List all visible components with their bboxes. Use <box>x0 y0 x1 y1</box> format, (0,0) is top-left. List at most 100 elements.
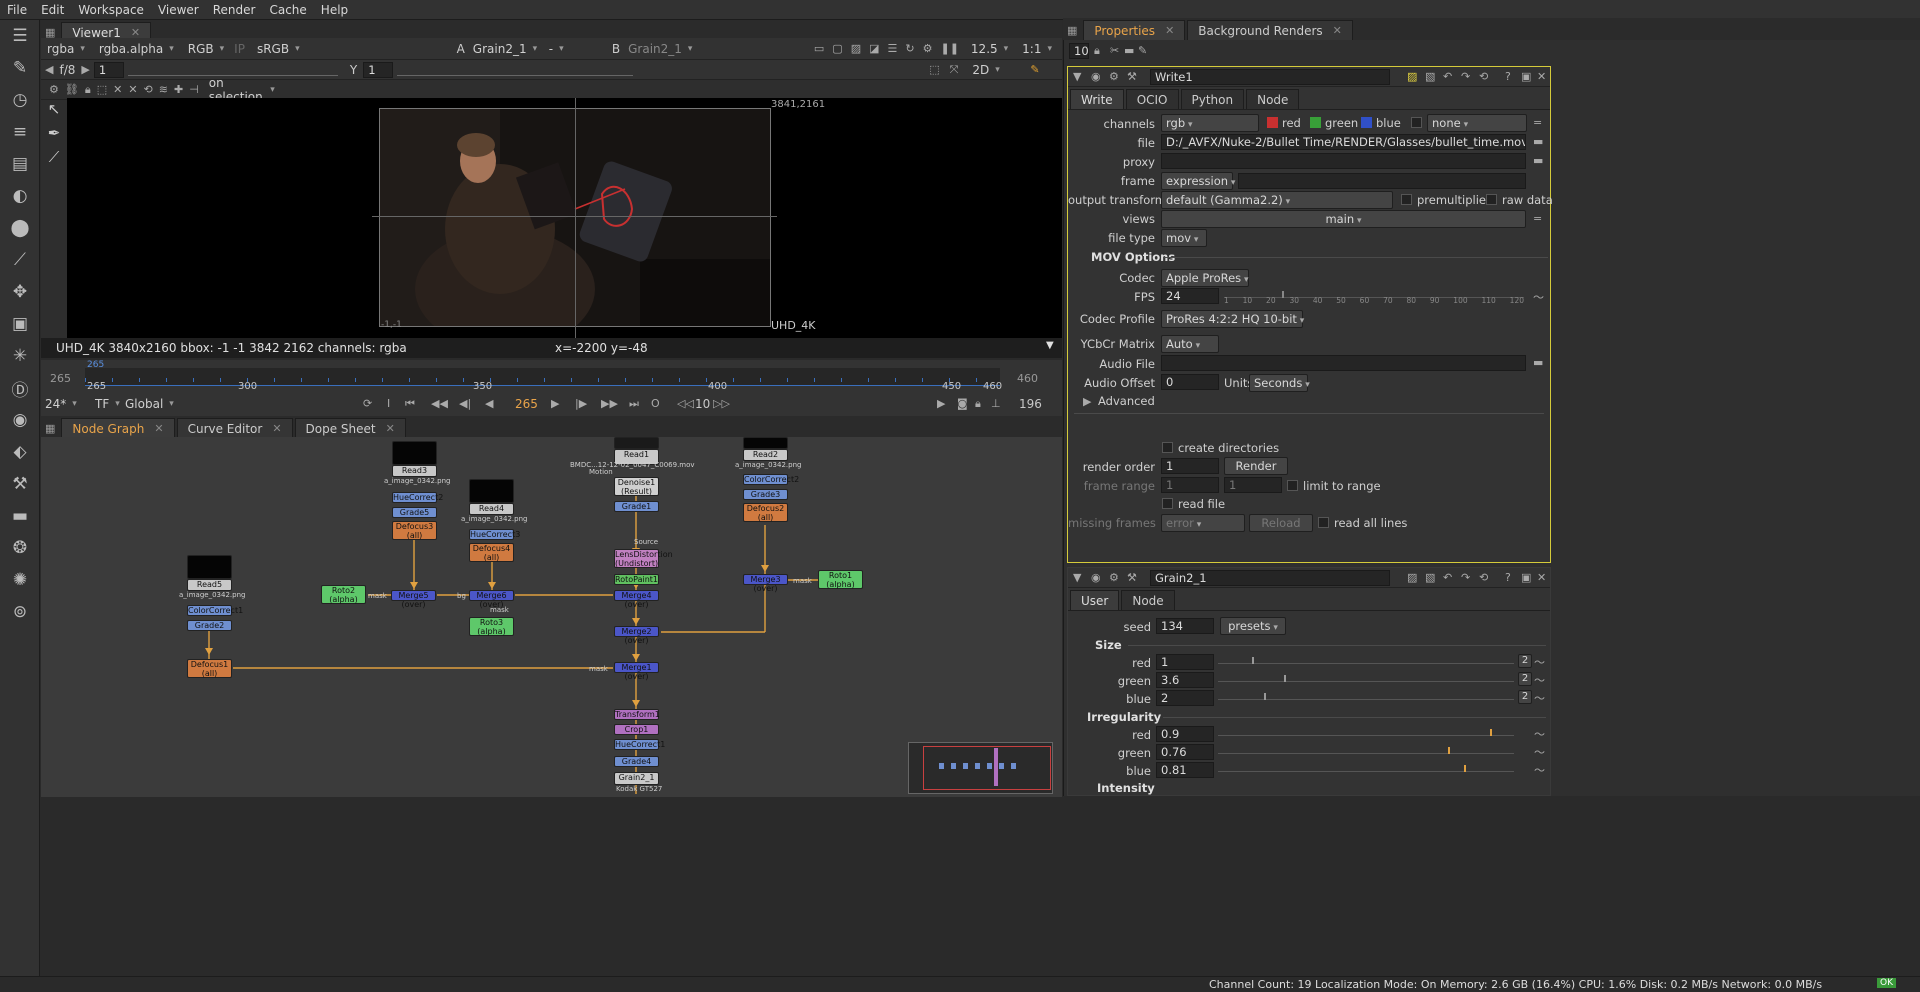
transform-handle-icon[interactable]: ⤧ <box>950 63 959 77</box>
tab-dope-sheet[interactable]: Dope Sheet ✕ <box>294 418 406 438</box>
link-icon[interactable]: ⛓ <box>65 83 79 96</box>
folder-icon[interactable]: ▬ <box>1533 135 1543 148</box>
seed-field[interactable]: 134 <box>1156 618 1214 634</box>
red-checkbox[interactable] <box>1267 117 1278 128</box>
range-dropdown[interactable]: Global <box>121 396 178 412</box>
frame-range-end[interactable]: 1 <box>1224 477 1282 493</box>
grain-name-field[interactable]: Grain2_1 <box>1150 570 1390 586</box>
alpha-checkbox[interactable] <box>1411 117 1422 128</box>
menu-cache[interactable]: Cache <box>262 3 313 17</box>
irr-green-slider[interactable] <box>1218 740 1514 754</box>
particles-tools-icon[interactable]: ✳ <box>0 340 40 372</box>
codec-profile-dropdown[interactable]: ProRes 4:2:2 HQ 10-bit <box>1161 310 1303 328</box>
input-a-dropdown[interactable]: Grain2_1 <box>469 41 539 57</box>
green-checkbox[interactable] <box>1310 117 1321 128</box>
frame-mode-dropdown[interactable]: expression <box>1161 172 1233 190</box>
keyer-tools-icon[interactable]: ⬤ <box>0 212 40 244</box>
wipe-dropdown[interactable]: - <box>545 41 606 57</box>
tf-dropdown[interactable]: TF <box>91 396 124 412</box>
color-icon[interactable]: ▨ <box>1407 70 1417 83</box>
read-all-lines-checkbox[interactable] <box>1318 517 1329 528</box>
curve-icon[interactable]: 〜 <box>1534 726 1545 742</box>
equals-icon[interactable]: = <box>1533 116 1542 129</box>
audio-file-field[interactable] <box>1161 355 1526 371</box>
pane-menu-icon[interactable]: ▦ <box>1067 24 1077 37</box>
rotopaint-node[interactable]: RotoPaint1 <box>614 574 659 585</box>
time-tools-icon[interactable]: ◷ <box>0 84 40 116</box>
roto1-node[interactable]: Roto1 (alpha) <box>818 570 863 589</box>
ratio-dropdown[interactable]: 1:1 <box>1018 41 1056 57</box>
alpha-dropdown[interactable]: rgba.alpha <box>95 41 178 57</box>
alpha-channel-dropdown[interactable]: none <box>1427 114 1527 132</box>
viewer-icon[interactable]: ◉ <box>1091 70 1101 83</box>
gamma-slider[interactable] <box>397 64 634 76</box>
huecorrect1-node[interactable]: HueCorrect1 <box>614 739 665 750</box>
color-icon[interactable]: ▨ <box>1407 571 1417 584</box>
revert-icon[interactable]: ⟲ <box>1479 571 1488 584</box>
furnace-tools-icon[interactable]: ❂ <box>0 532 40 564</box>
expand-icon[interactable]: ▶ <box>1083 395 1091 408</box>
menu-viewer[interactable]: Viewer <box>151 3 206 17</box>
grade1-node[interactable]: Grade1 <box>614 501 659 512</box>
max-panels-field[interactable]: 10 <box>1069 43 1089 59</box>
help-icon[interactable]: ? <box>1505 70 1511 83</box>
clipping-icon[interactable]: ▨ <box>851 42 861 55</box>
size-green-field[interactable]: 3.6 <box>1156 672 1214 688</box>
rotate-icon[interactable]: ⟲ <box>144 83 153 96</box>
timeline-track[interactable] <box>85 368 1000 386</box>
missing-frames-dropdown[interactable]: error <box>1161 514 1245 532</box>
clone-icon[interactable]: ▧ <box>1425 571 1435 584</box>
play-forward-icon[interactable]: ▶ <box>551 397 559 410</box>
grade2-node[interactable]: Grade2 <box>187 620 232 631</box>
colorcorrect1-node[interactable]: ColorCorrect1 <box>187 605 243 616</box>
close-icon[interactable]: ✕ <box>1165 24 1174 37</box>
defocus4-node[interactable]: Defocus4 (all) <box>469 543 514 562</box>
curve-icon[interactable]: 〜 <box>1534 762 1545 778</box>
overlay-icon[interactable]: ▢ <box>832 42 842 55</box>
node-icon[interactable]: ⚙ <box>1109 70 1119 83</box>
gpu-icon[interactable]: ⚙ <box>923 42 933 55</box>
read3-node[interactable]: Read3 <box>392 465 437 477</box>
irr-blue-slider[interactable] <box>1218 758 1514 772</box>
transform-tools-icon[interactable]: ✥ <box>0 276 40 308</box>
curve-icon[interactable]: 〜 <box>1534 654 1545 670</box>
node-graph-canvas[interactable]: Read1 BMDC...12-12-02_0047_C0069.mov Mot… <box>41 437 1062 797</box>
advanced-toggle[interactable]: Advanced <box>1098 394 1155 408</box>
viewer-canvas[interactable]: 3841,2161 -1,-1 UHD_4K <box>67 98 1062 338</box>
reload-button[interactable]: Reload <box>1249 514 1313 532</box>
units-dropdown[interactable]: Seconds <box>1249 374 1308 392</box>
equals-icon[interactable]: = <box>1533 212 1542 225</box>
fps-dropdown[interactable]: 24* <box>41 396 81 412</box>
render-button[interactable]: Render <box>1224 457 1288 475</box>
display-dropdown[interactable]: RGB <box>184 41 228 57</box>
skip-back-icon[interactable]: ◁◁ <box>677 397 694 410</box>
toolsets-icon[interactable]: ⚒ <box>0 468 40 500</box>
merge4-node[interactable]: Merge4 (over) <box>614 590 659 609</box>
loop-icon[interactable]: ⟳ <box>363 397 372 410</box>
float-panel-icon[interactable]: ✂ <box>1110 44 1119 57</box>
ip-button[interactable]: IP <box>234 42 245 56</box>
lines-icon[interactable]: ☰ <box>888 42 898 55</box>
step-back-icon[interactable]: ◀| <box>459 397 471 410</box>
undo-icon[interactable]: ↶ <box>1443 571 1452 584</box>
curve-icon[interactable]: 〜 <box>1534 690 1545 706</box>
node-graph-minimap[interactable] <box>908 742 1053 794</box>
last-frame-icon[interactable]: ⏭ <box>629 397 639 411</box>
merge-tools-icon[interactable]: ⟋ <box>0 244 40 276</box>
node-icon[interactable]: ⚙ <box>1109 571 1119 584</box>
other-tools-icon[interactable]: ▬ <box>0 500 40 532</box>
folder-icon[interactable]: ▬ <box>1533 356 1543 369</box>
grade5-node[interactable]: Grade5 <box>392 507 437 518</box>
write-name-field[interactable]: Write1 <box>1150 69 1390 85</box>
transform1-node[interactable]: Transform1 <box>614 709 660 720</box>
render-order-field[interactable]: 1 <box>1161 458 1219 474</box>
tab-curve-editor[interactable]: Curve Editor ✕ <box>176 418 293 438</box>
tab-ocio[interactable]: OCIO <box>1125 89 1179 109</box>
file-type-dropdown[interactable]: mov <box>1161 229 1207 247</box>
ycbcr-dropdown[interactable]: Auto <box>1161 335 1219 353</box>
channel-tools-icon[interactable]: ≡ <box>0 116 40 148</box>
select-all-icon[interactable]: ⬚ <box>97 83 107 96</box>
read2-node[interactable]: Read2 <box>743 449 788 461</box>
size-red-split[interactable]: 2 <box>1518 654 1532 668</box>
menu-file[interactable]: File <box>0 3 34 17</box>
